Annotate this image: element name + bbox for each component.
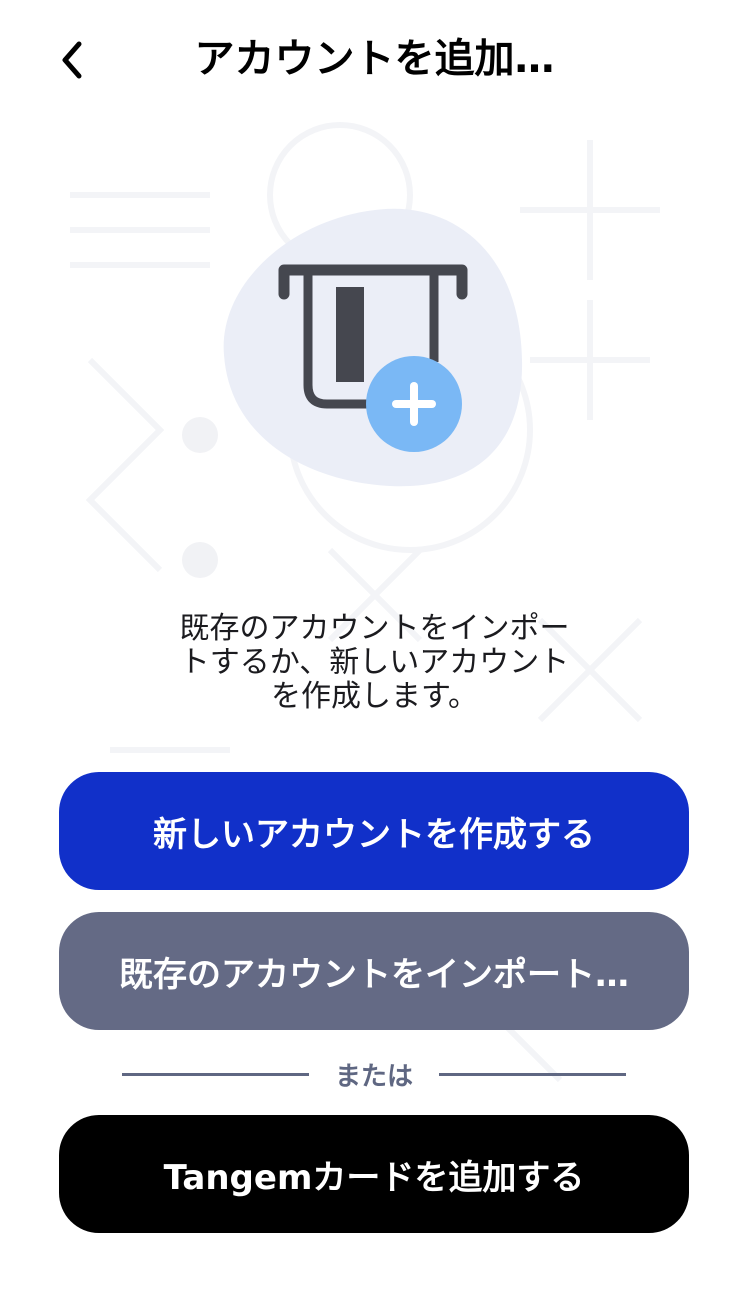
- import-account-button[interactable]: 既存のアカウントをインポート…: [59, 912, 689, 1030]
- background-blob: [223, 208, 523, 487]
- import-account-label: 既存のアカウントをインポート…: [119, 954, 629, 995]
- divider-label: または: [335, 1061, 414, 1092]
- illustration: [200, 190, 540, 500]
- or-divider: または: [122, 1052, 627, 1096]
- description-line: トするか、新しいアカウント: [179, 645, 570, 680]
- create-account-label: 新しいアカウントを作成する: [153, 814, 595, 855]
- divider-line-right: [439, 1072, 627, 1076]
- create-account-button[interactable]: 新しいアカウントを作成する: [59, 772, 689, 890]
- description-text: 既存のアカウントをインポー トするか、新しいアカウント を作成します。: [150, 612, 599, 714]
- description-line: 既存のアカウントをインポー: [179, 611, 570, 646]
- add-tangem-card-label: Tangemカードを追加する: [163, 1157, 585, 1198]
- add-tangem-card-button[interactable]: Tangemカードを追加する: [59, 1115, 689, 1233]
- description-line: を作成します。: [271, 679, 478, 714]
- top-bar: アカウントを追加…: [0, 0, 749, 120]
- page-title: アカウントを追加…: [194, 36, 555, 82]
- chevron-left-icon: [62, 41, 82, 79]
- divider-line-left: [122, 1072, 309, 1076]
- back-button[interactable]: [48, 34, 96, 86]
